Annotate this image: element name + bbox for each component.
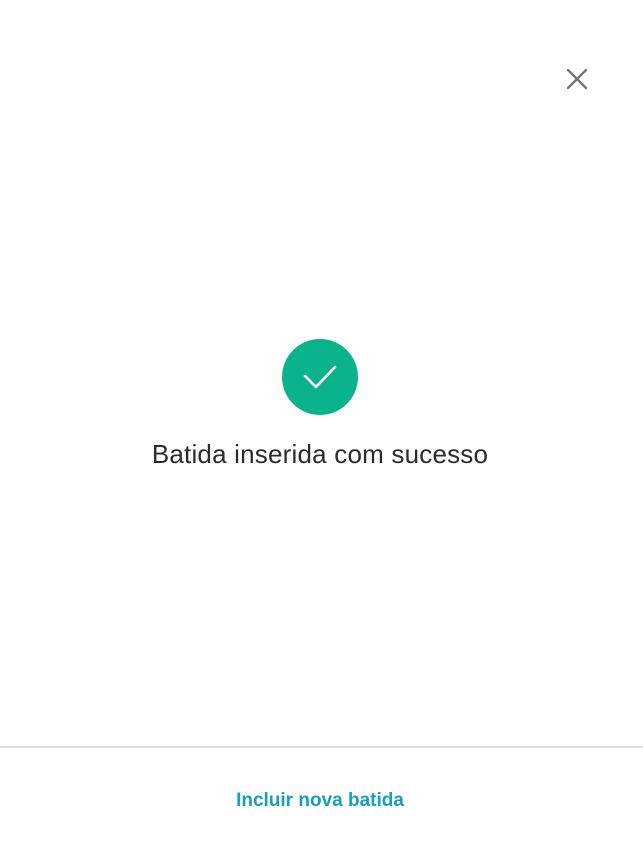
success-check-badge [282, 339, 358, 415]
footer-divider [0, 746, 643, 748]
success-message: Batida inserida com sucesso [151, 439, 489, 469]
close-icon [566, 68, 588, 90]
check-icon [303, 365, 337, 389]
success-dialog: Batida inserida com sucesso Incluir nova… [0, 0, 643, 855]
add-new-punch-link[interactable]: Incluir nova batida [200, 787, 440, 815]
close-button[interactable] [561, 63, 593, 95]
